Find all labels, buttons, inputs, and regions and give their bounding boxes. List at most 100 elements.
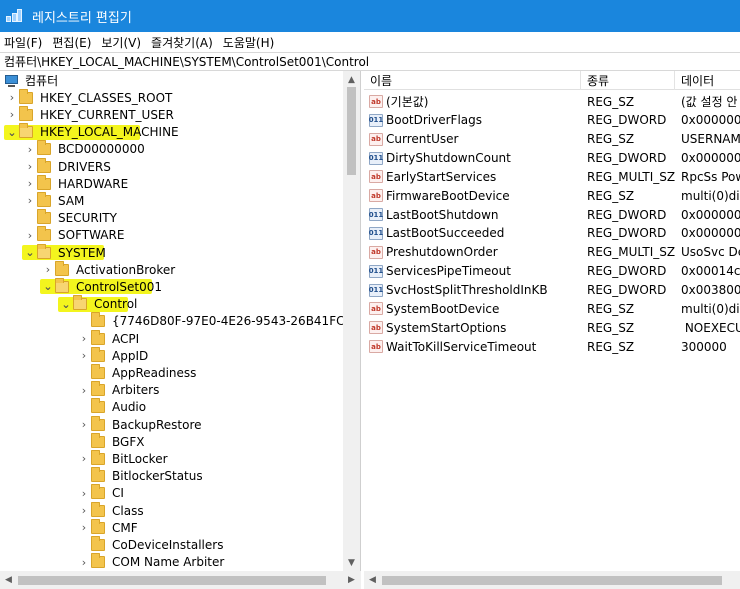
column-data-header[interactable]: 데이터	[675, 71, 740, 90]
chevron-right-icon[interactable]: ›	[78, 382, 90, 399]
tree-item[interactable]: › BackupRestore	[78, 415, 360, 433]
tree-item-label: BCD00000000	[58, 142, 145, 157]
value-row[interactable]: abCurrentUser REG_SZ USERNAME	[364, 130, 740, 149]
value-row[interactable]: ab SystemStartOptions REG_SZ NOEXECU	[364, 318, 740, 337]
tree-item-label: BitLocker	[112, 451, 168, 466]
tree-item[interactable]: SECURITY	[24, 209, 360, 227]
tree-item[interactable]: › Class	[78, 501, 360, 519]
value-name-cell: ab (기본값)	[369, 92, 581, 111]
values-header: 이름 종류 데이터	[364, 71, 740, 90]
chevron-right-icon[interactable]: ›	[78, 347, 90, 364]
values-horizontal-scrollbar[interactable]: ◀	[364, 571, 740, 589]
tree-item[interactable]: › CI	[78, 484, 360, 502]
value-row[interactable]: 011LastBootShutdown REG_DWORD 0x00000001	[364, 205, 740, 224]
tree-item[interactable]: › SAM	[24, 191, 360, 209]
menu-favorites[interactable]: 즐겨찾기(A)	[151, 34, 213, 51]
tree-item[interactable]: AppReadiness	[78, 363, 360, 381]
chevron-down-icon[interactable]: ⌄	[24, 244, 36, 261]
string-value-icon: ab	[369, 170, 383, 184]
value-name-cell: 011 SvcHostSplitThresholdInKB	[369, 281, 581, 300]
tree-item-label: CMF	[112, 520, 138, 535]
value-name: SystemStartOptions	[386, 320, 507, 335]
tree-vertical-scrollbar[interactable]: ▲ ▼	[343, 71, 360, 571]
tree-horizontal-scrollbar[interactable]: ◀ ▶	[0, 571, 361, 589]
value-row[interactable]: ab WaitToKillServiceTimeout REG_SZ 300000	[364, 337, 740, 356]
column-type-header[interactable]: 종류	[581, 71, 675, 90]
value-row[interactable]: abPreshutdownOrder REG_MULTI_SZ UsoSvc Dev	[364, 243, 740, 262]
tree-item-label: {7746D80F-97E0-4E26-9543-26B41FC22F79}	[112, 314, 360, 329]
chevron-right-icon[interactable]: ›	[6, 89, 18, 106]
tree-item[interactable]: › DRIVERS	[24, 157, 360, 175]
tree-item[interactable]: › CMF	[78, 518, 360, 536]
chevron-right-icon[interactable]: ›	[78, 519, 90, 536]
chevron-right-icon[interactable]: ›	[78, 554, 90, 571]
tree-item[interactable]: › BCD00000000	[24, 140, 360, 158]
chevron-right-icon[interactable]: ›	[78, 416, 90, 433]
chevron-right-icon[interactable]: ›	[24, 192, 36, 209]
tree-item[interactable]: ⌄ HKEY_LOCAL_MACHINE	[6, 123, 349, 141]
values-scroll-left-arrow-icon[interactable]: ◀	[364, 571, 381, 589]
chevron-right-icon[interactable]: ›	[42, 261, 54, 278]
tree-item[interactable]: › BitLocker	[78, 449, 360, 467]
tree-item[interactable]: ⌄ Control	[60, 295, 360, 313]
tree-scroll-thumb[interactable]	[347, 87, 356, 175]
tree-item[interactable]: › HKEY_CURRENT_USER	[6, 105, 349, 123]
value-row[interactable]: abFirmwareBootDevice REG_SZ multi(0)disk	[364, 186, 740, 205]
chevron-right-icon[interactable]: ›	[78, 502, 90, 519]
tree-item[interactable]: BitlockerStatus	[78, 467, 360, 485]
chevron-down-icon[interactable]: ⌄	[60, 296, 72, 313]
chevron-right-icon[interactable]: ›	[78, 330, 90, 347]
scroll-up-arrow-icon[interactable]: ▲	[343, 71, 360, 88]
value-name: PreshutdownOrder	[386, 245, 498, 260]
menu-file[interactable]: 파일(F)	[4, 34, 42, 51]
value-row[interactable]: 011LastBootSucceeded REG_DWORD 0x00000001	[364, 224, 740, 243]
tree-item[interactable]: › AppID	[78, 346, 360, 364]
address-bar[interactable]: 컴퓨터\HKEY_LOCAL_MACHINE\SYSTEM\ControlSet…	[0, 52, 740, 71]
tree-item-label: AppID	[112, 348, 149, 363]
tree-item[interactable]: Audio	[78, 398, 360, 416]
value-type-cell: REG_MULTI_SZ	[587, 169, 675, 184]
tree-item[interactable]: › Arbiters	[78, 381, 360, 399]
tree-item[interactable]: › ActivationBroker	[42, 260, 360, 278]
chevron-right-icon[interactable]: ›	[24, 158, 36, 175]
tree-item[interactable]: {7746D80F-97E0-4E26-9543-26B41FC22F79}	[78, 312, 360, 330]
values-hscroll-thumb[interactable]	[382, 576, 722, 585]
scroll-left-arrow-icon[interactable]: ◀	[0, 571, 17, 589]
chevron-down-icon[interactable]: ⌄	[42, 278, 54, 295]
value-row[interactable]: 011BootDriverFlags REG_DWORD 0x0000001c	[364, 111, 740, 130]
chevron-right-icon[interactable]: ›	[78, 450, 90, 467]
value-row[interactable]: ab (기본값) REG_SZ (값 설정 안	[364, 92, 740, 111]
menu-edit[interactable]: 편집(E)	[52, 34, 91, 51]
tree-item[interactable]: › SOFTWARE	[24, 226, 360, 244]
tree-item[interactable]: ⌄ ControlSet001	[42, 277, 360, 295]
value-row[interactable]: 011 SvcHostSplitThresholdInKB REG_DWORD 0x0…	[364, 281, 740, 300]
value-name: SvcHostSplitThresholdInKB	[386, 283, 548, 297]
scroll-down-arrow-icon[interactable]: ▼	[343, 554, 360, 571]
chevron-right-icon[interactable]: ›	[78, 485, 90, 502]
tree-item[interactable]: ⌄ SYSTEM	[24, 243, 360, 261]
chevron-right-icon[interactable]: ›	[6, 106, 18, 123]
value-row[interactable]: 011DirtyShutdownCount REG_DWORD 0x00000002	[364, 149, 740, 168]
column-name-header[interactable]: 이름	[364, 71, 581, 90]
tree-hscroll-thumb[interactable]	[18, 576, 326, 585]
value-row[interactable]: abSystemBootDevice REG_SZ multi(0)disk	[364, 299, 740, 318]
tree-item[interactable]: CoDeviceInstallers	[78, 535, 360, 553]
tree-item[interactable]: › HARDWARE	[24, 174, 360, 192]
tree-item[interactable]: › COM Name Arbiter	[78, 553, 360, 571]
tree-item[interactable]: › HKEY_CLASSES_ROOT	[6, 88, 349, 106]
scroll-right-arrow-icon[interactable]: ▶	[343, 571, 360, 589]
tree-root-computer[interactable]: 컴퓨터	[0, 72, 343, 89]
tree-item[interactable]: BGFX	[78, 432, 360, 450]
chevron-right-icon[interactable]: ›	[24, 141, 36, 158]
chevron-right-icon[interactable]: ›	[24, 175, 36, 192]
chevron-down-icon[interactable]: ⌄	[6, 124, 18, 141]
value-name-cell: 011 DirtyShutdownCount	[369, 149, 581, 168]
value-row[interactable]: 011ServicesPipeTimeout REG_DWORD 0x00014c0…	[364, 262, 740, 281]
title-bar[interactable]: 레지스트리 편집기	[0, 0, 740, 32]
value-row[interactable]: ab EarlyStartServices REG_MULTI_SZ RpcSs Po…	[364, 167, 740, 186]
menu-help[interactable]: 도움말(H)	[223, 34, 275, 51]
menu-view[interactable]: 보기(V)	[101, 34, 141, 51]
tree-item[interactable]: › ACPI	[78, 329, 360, 347]
chevron-right-icon[interactable]: ›	[24, 227, 36, 244]
